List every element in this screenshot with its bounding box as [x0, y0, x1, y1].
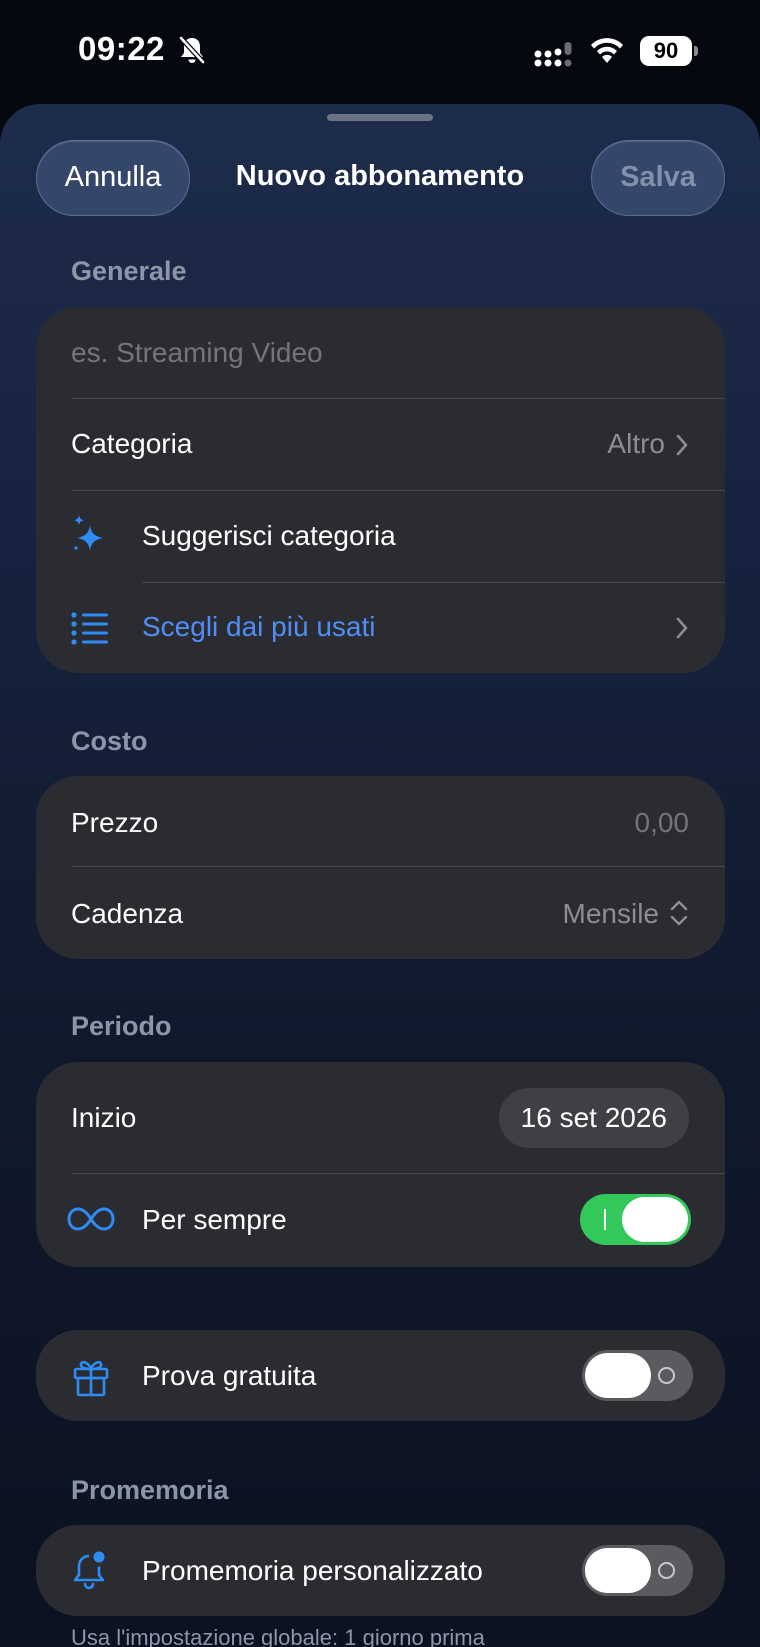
list-icon — [71, 612, 108, 645]
popular-choices-label: Scegli dai più usati — [142, 611, 376, 642]
toggle-off-mark — [658, 1562, 675, 1579]
category-value: Altro — [607, 428, 665, 459]
forever-label: Per sempre — [142, 1204, 287, 1235]
toggle-knob — [585, 1548, 651, 1593]
chevron-up-down-icon — [670, 900, 688, 926]
toggle-knob — [585, 1353, 651, 1398]
battery-level: 90 — [640, 36, 692, 66]
section-header-general: Generale — [71, 256, 187, 286]
cancel-button[interactable]: Annulla — [36, 140, 190, 216]
price-row[interactable]: Prezzo — [36, 776, 725, 867]
infinity-icon — [67, 1207, 115, 1231]
section-header-cost: Costo — [71, 726, 148, 756]
cost-card: Prezzo Cadenza Mensile — [36, 776, 725, 959]
sparkles-icon — [73, 515, 103, 551]
toggle-off-mark — [658, 1367, 675, 1384]
category-row[interactable]: Categoria Altro — [36, 399, 725, 491]
bell-badge-icon — [73, 1551, 105, 1590]
section-header-reminder: Promemoria — [71, 1475, 229, 1505]
reminder-footnote: Usa l'impostazione globale: 1 giorno pri… — [71, 1625, 485, 1647]
price-input[interactable] — [489, 803, 689, 843]
cadence-value: Mensile — [562, 898, 659, 929]
category-label: Categoria — [71, 428, 193, 459]
save-button[interactable]: Salva — [591, 140, 725, 216]
forever-toggle[interactable] — [580, 1194, 691, 1245]
chevron-right-icon — [676, 434, 688, 456]
screen: 09:22 90 Annulla Nuovo abbonamento Salva… — [0, 0, 760, 1647]
signal-icon — [534, 42, 572, 67]
popular-choices-row[interactable]: Scegli dai più usati — [36, 583, 725, 673]
wifi-icon — [591, 38, 623, 63]
bell-off-icon — [179, 36, 205, 64]
sheet-grabber[interactable] — [327, 114, 433, 121]
forever-row: Per sempre — [36, 1174, 725, 1267]
status-time: 09:22 — [78, 30, 165, 67]
start-date-picker[interactable]: 16 set 2026 — [498, 1088, 689, 1148]
custom-reminder-label: Promemoria personalizzato — [142, 1555, 483, 1586]
period-card: Inizio 16 set 2026 Per sempre — [36, 1062, 725, 1267]
section-header-period: Periodo — [71, 1011, 172, 1041]
toggle-on-mark — [604, 1209, 606, 1230]
suggest-category-label: Suggerisci categoria — [142, 520, 396, 551]
cadence-label: Cadenza — [71, 898, 184, 929]
cadence-row[interactable]: Cadenza Mensile — [36, 867, 725, 959]
gift-icon — [73, 1360, 109, 1397]
price-label: Prezzo — [71, 807, 159, 838]
reminder-card: Promemoria personalizzato — [36, 1525, 725, 1616]
free-trial-toggle[interactable] — [582, 1350, 693, 1401]
status-bar: 09:22 90 — [0, 0, 760, 100]
start-date-label: Inizio — [71, 1102, 137, 1133]
battery-cap — [694, 46, 698, 56]
custom-reminder-row: Promemoria personalizzato — [36, 1525, 725, 1616]
suggest-category-row[interactable]: Suggerisci categoria — [36, 491, 725, 583]
general-card: Categoria Altro Suggerisci categoria — [36, 307, 725, 673]
free-trial-row: Prova gratuita — [36, 1330, 725, 1421]
toggle-knob — [622, 1197, 688, 1242]
page-title: Nuovo abbonamento — [235, 160, 525, 192]
start-date-row: Inizio 16 set 2026 — [36, 1062, 725, 1174]
name-input[interactable] — [71, 333, 691, 373]
free-trial-label: Prova gratuita — [142, 1360, 317, 1391]
chevron-right-icon — [676, 617, 688, 639]
name-row[interactable] — [36, 307, 725, 399]
custom-reminder-toggle[interactable] — [582, 1545, 693, 1596]
free-trial-card: Prova gratuita — [36, 1330, 725, 1421]
battery-indicator: 90 — [640, 36, 698, 66]
